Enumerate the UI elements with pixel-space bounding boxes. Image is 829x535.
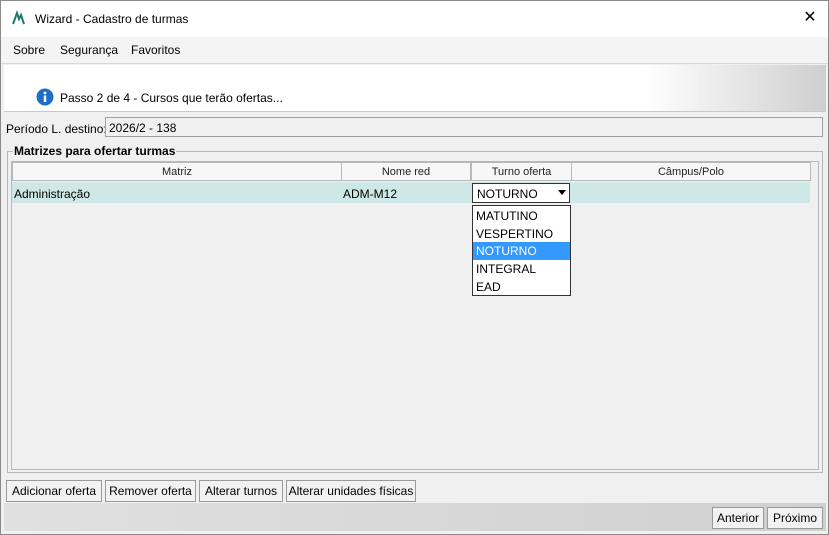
step-text: Passo 2 de 4 - Cursos que terão ofertas.… bbox=[60, 91, 283, 105]
column-header-campus-polo[interactable]: Câmpus/Polo bbox=[571, 162, 811, 181]
menu-bar: Sobre Segurança Favoritos bbox=[1, 37, 828, 64]
bottom-bar bbox=[4, 503, 826, 531]
wizard-window: Wizard - Cadastro de turmas ✕ Sobre Segu… bbox=[0, 0, 829, 535]
alter-turnos-button[interactable]: Alterar turnos bbox=[199, 480, 283, 502]
column-header-turno-oferta[interactable]: Turno oferta bbox=[471, 162, 572, 181]
turno-oferta-value: NOTURNO bbox=[477, 187, 538, 201]
menu-item-seguranca[interactable]: Segurança bbox=[60, 43, 118, 57]
title-bar: Wizard - Cadastro de turmas ✕ bbox=[1, 1, 828, 37]
column-header-nome-red[interactable]: Nome red bbox=[341, 162, 471, 181]
period-field: 2026/2 - 138 bbox=[105, 117, 823, 137]
chevron-down-icon[interactable] bbox=[558, 190, 566, 195]
option-vespertino[interactable]: VESPERTINO bbox=[473, 225, 570, 243]
option-ead[interactable]: EAD bbox=[473, 278, 570, 296]
menu-item-sobre[interactable]: Sobre bbox=[13, 43, 45, 57]
table-row[interactable] bbox=[12, 182, 810, 203]
close-icon[interactable]: ✕ bbox=[800, 8, 820, 28]
next-button[interactable]: Próximo bbox=[767, 507, 823, 529]
option-integral[interactable]: INTEGRAL bbox=[473, 260, 570, 278]
previous-button[interactable]: Anterior bbox=[712, 507, 764, 529]
step-banner: Passo 2 de 4 - Cursos que terão ofertas.… bbox=[4, 65, 826, 112]
turno-oferta-select[interactable]: NOTURNO bbox=[472, 183, 570, 203]
matrizes-table bbox=[11, 161, 819, 470]
window-title: Wizard - Cadastro de turmas bbox=[35, 12, 189, 26]
period-label: Período L. destino: bbox=[6, 122, 107, 136]
menu-item-favoritos[interactable]: Favoritos bbox=[131, 43, 180, 57]
add-offer-button[interactable]: Adicionar oferta bbox=[6, 480, 102, 502]
turno-dropdown-list: MATUTINO VESPERTINO NOTURNO INTEGRAL EAD bbox=[472, 205, 571, 296]
column-header-matriz[interactable]: Matriz bbox=[12, 162, 342, 181]
app-logo-icon bbox=[12, 10, 25, 25]
group-title: Matrizes para ofertar turmas bbox=[13, 144, 177, 158]
option-noturno[interactable]: NOTURNO bbox=[473, 242, 570, 260]
remove-offer-button[interactable]: Remover oferta bbox=[105, 480, 196, 502]
cell-nome-red[interactable]: ADM-M12 bbox=[343, 187, 397, 201]
cell-matriz[interactable]: Administração bbox=[14, 187, 90, 201]
option-matutino[interactable]: MATUTINO bbox=[473, 207, 570, 225]
alter-unidades-button[interactable]: Alterar unidades físicas bbox=[286, 480, 416, 502]
info-icon bbox=[36, 88, 54, 106]
